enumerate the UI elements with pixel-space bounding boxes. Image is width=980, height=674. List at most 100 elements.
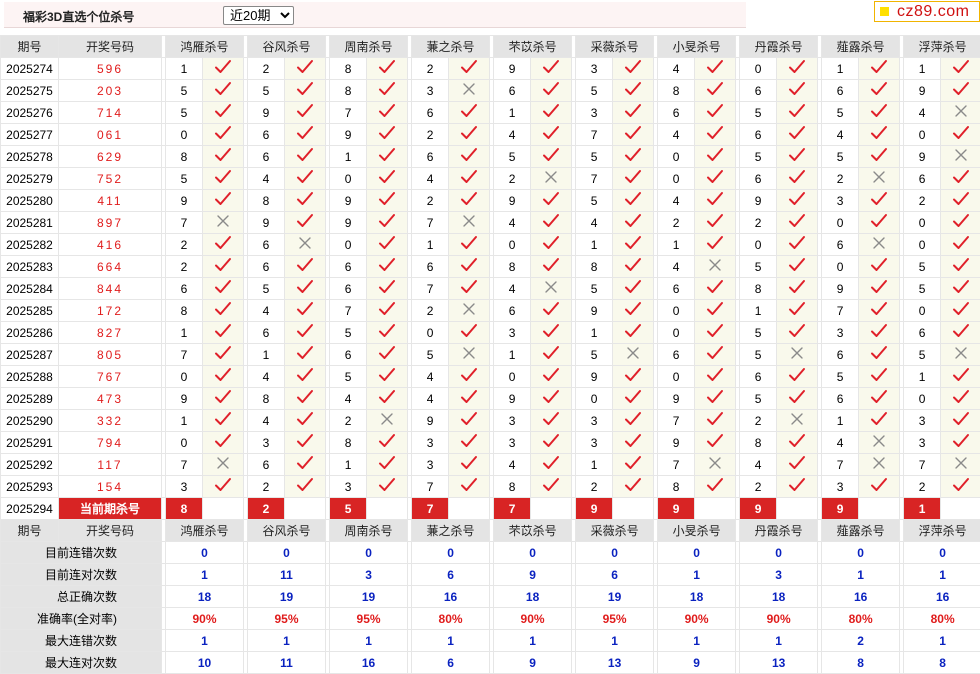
kill-number: 0	[904, 234, 941, 256]
kill-number: 5	[166, 80, 203, 102]
kill-number: 2	[658, 212, 695, 234]
current-kill-number: 7	[494, 498, 531, 520]
result-correct	[285, 58, 326, 80]
kill-number: 9	[248, 102, 285, 124]
result-correct	[613, 476, 654, 498]
result-correct	[613, 256, 654, 278]
period-cell: 2025274	[1, 58, 59, 80]
kill-number: 9	[166, 388, 203, 410]
kill-number: 6	[248, 124, 285, 146]
result-correct	[449, 234, 490, 256]
check-icon	[214, 125, 232, 141]
result-correct	[777, 366, 818, 388]
result-correct	[203, 278, 244, 300]
stat-value: 1	[740, 630, 818, 652]
kill-number: 8	[740, 432, 777, 454]
check-icon	[952, 279, 970, 295]
kill-number: 3	[576, 432, 613, 454]
kill-number: 8	[166, 300, 203, 322]
cross-icon	[626, 346, 640, 360]
stat-value: 18	[658, 586, 736, 608]
result-correct	[859, 344, 900, 366]
period-select[interactable]: 近20期	[223, 6, 294, 25]
kill-number: 5	[822, 366, 859, 388]
site-logo[interactable]: cz89.com	[874, 1, 980, 22]
current-empty	[285, 498, 326, 520]
result-correct	[859, 388, 900, 410]
check-icon	[296, 169, 314, 185]
kill-number: 7	[412, 476, 449, 498]
result-correct	[777, 432, 818, 454]
stat-value: 8	[822, 652, 900, 674]
check-icon	[296, 147, 314, 163]
kill-number: 8	[494, 476, 531, 498]
stat-value: 9	[494, 652, 572, 674]
result-correct	[859, 322, 900, 344]
kill-number: 2	[412, 58, 449, 80]
kill-number: 4	[248, 366, 285, 388]
result-correct	[203, 410, 244, 432]
result-correct	[777, 58, 818, 80]
result-wrong	[203, 212, 244, 234]
kill-number: 0	[904, 388, 941, 410]
check-icon	[706, 367, 724, 383]
check-icon	[460, 191, 478, 207]
kill-number: 7	[576, 124, 613, 146]
result-correct	[285, 146, 326, 168]
check-icon	[706, 81, 724, 97]
check-icon	[624, 477, 642, 493]
period-cell: 2025282	[1, 234, 59, 256]
result-wrong	[859, 234, 900, 256]
header-expert: 谷风杀号	[248, 36, 326, 58]
kill-number: 4	[494, 124, 531, 146]
result-correct	[941, 190, 980, 212]
kill-number: 0	[166, 432, 203, 454]
check-icon	[296, 301, 314, 317]
check-icon	[706, 235, 724, 251]
kill-number: 6	[658, 344, 695, 366]
check-icon	[542, 81, 560, 97]
check-icon	[870, 191, 888, 207]
kill-number: 1	[576, 234, 613, 256]
result-correct	[203, 366, 244, 388]
kill-number: 8	[658, 80, 695, 102]
kill-number: 8	[330, 80, 367, 102]
result-correct	[613, 168, 654, 190]
result-correct	[367, 388, 408, 410]
kill-number: 8	[576, 256, 613, 278]
result-correct	[777, 278, 818, 300]
kill-number: 6	[330, 256, 367, 278]
kill-number: 6	[658, 278, 695, 300]
check-icon	[378, 59, 396, 75]
stat-value: 9	[494, 564, 572, 586]
kill-number: 9	[658, 388, 695, 410]
check-icon	[460, 477, 478, 493]
cross-icon	[872, 170, 886, 184]
cross-icon	[954, 456, 968, 470]
result-correct	[285, 80, 326, 102]
kill-number: 2	[330, 410, 367, 432]
result-correct	[859, 58, 900, 80]
result-correct	[285, 168, 326, 190]
header-expert: 采薇杀号	[576, 520, 654, 542]
check-icon	[624, 169, 642, 185]
stat-value: 0	[166, 542, 244, 564]
draw-numbers: 416	[59, 234, 162, 256]
result-wrong	[531, 168, 572, 190]
stat-value: 16	[330, 652, 408, 674]
cross-icon	[462, 214, 476, 228]
check-icon	[870, 103, 888, 119]
result-correct	[449, 190, 490, 212]
stat-value: 0	[904, 542, 980, 564]
header-expert: 蒹之杀号	[412, 36, 490, 58]
kill-number: 2	[740, 212, 777, 234]
result-correct	[285, 300, 326, 322]
kill-number: 6	[330, 344, 367, 366]
kill-number: 5	[248, 80, 285, 102]
kill-number: 0	[330, 234, 367, 256]
check-icon	[378, 169, 396, 185]
check-icon	[460, 235, 478, 251]
kill-number: 9	[330, 190, 367, 212]
kill-number: 4	[822, 124, 859, 146]
check-icon	[788, 433, 806, 449]
